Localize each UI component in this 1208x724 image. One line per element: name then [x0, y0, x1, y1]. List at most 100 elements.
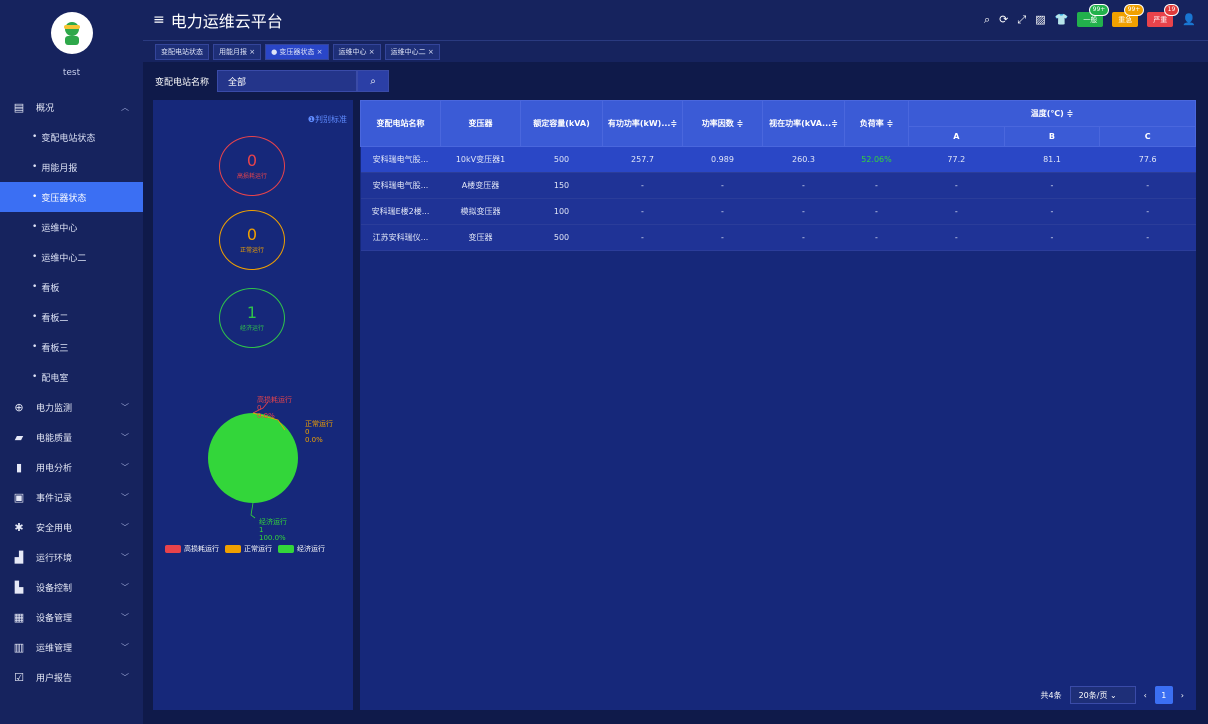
menu-safety[interactable]: ✱ 安全用电 ﹀ — [0, 512, 143, 542]
pie-label-economic: 经济运行 1 100.0% — [259, 518, 287, 542]
legend-label: 经济运行 — [297, 545, 325, 553]
table-cell: 安科瑞E楼2楼... — [360, 198, 441, 225]
legend-label: 高损耗运行 — [184, 545, 219, 553]
table-cell: 500 — [520, 224, 603, 251]
menu-om-management[interactable]: ▥ 运维管理 ﹀ — [0, 632, 143, 662]
table-cell: - — [908, 224, 1005, 251]
header-temperature[interactable]: 温度(℃) ≑ — [908, 100, 1196, 127]
image-icon[interactable]: ▨ — [1035, 13, 1045, 26]
chevron-down-icon: ﹀ — [121, 492, 129, 502]
header-temp-a: A — [908, 126, 1005, 147]
header-transformer[interactable]: 变压器 — [440, 100, 521, 147]
tab-monthly-report[interactable]: 用能月报 × — [213, 43, 262, 60]
header-temp-c: C — [1099, 126, 1196, 147]
alarm-general-button[interactable]: 一般 99+ — [1077, 4, 1110, 27]
tab-om-center[interactable]: 运维中心 × — [332, 43, 381, 60]
sub-item-board-2[interactable]: 看板二 — [0, 302, 143, 332]
table-cell: - — [682, 224, 763, 251]
avatar[interactable] — [50, 12, 93, 54]
alarm-severe-button[interactable]: 严重 19 — [1147, 4, 1180, 27]
menu-toggle-icon[interactable]: ≡ — [153, 12, 165, 28]
legend-label: 正常运行 — [244, 545, 272, 553]
criteria-link[interactable]: ❶判别标准 — [308, 114, 347, 125]
shirt-icon[interactable]: 👕 — [1055, 13, 1069, 26]
ring-label: 正常运行 — [239, 246, 264, 254]
legend-high-loss[interactable]: 高损耗运行 — [165, 544, 219, 554]
table-cell: 500 — [520, 146, 603, 173]
badge-count: 19 — [1163, 4, 1180, 16]
legend-normal[interactable]: 正常运行 — [225, 544, 272, 554]
header-load-rate[interactable]: 负荷率 ≑ — [844, 100, 909, 147]
sub-item-om-center-2[interactable]: 运维中心二 — [0, 242, 143, 272]
sub-item-station-status[interactable]: 变配电站状态 — [0, 122, 143, 152]
table-cell: - — [844, 224, 909, 251]
sub-item-transformer-status[interactable]: 变压器状态 — [0, 182, 143, 212]
table-cell: - — [844, 198, 909, 225]
tab-station-status[interactable]: 变配电站状态 — [155, 43, 209, 60]
user-icon[interactable]: 👤 — [1182, 13, 1196, 26]
sub-item-monthly-report[interactable]: 用能月报 — [0, 152, 143, 182]
app-title: 电力运维云平台 — [170, 12, 283, 31]
table-row[interactable]: 安科瑞E楼2楼... 模拟变压器 100- - - - - - - — [360, 198, 1196, 225]
table-cell: 257.7 — [602, 146, 683, 173]
menu-power-quality[interactable]: ▰ 电能质量 ﹀ — [0, 422, 143, 452]
chevron-down-icon: ﹀ — [121, 402, 129, 412]
sub-item-board-3[interactable]: 看板三 — [0, 332, 143, 362]
sub-item-om-center[interactable]: 运维中心 — [0, 212, 143, 242]
prev-page-button[interactable]: ‹ — [1144, 691, 1147, 700]
search-icon[interactable]: ⌕ — [984, 13, 990, 27]
search-button[interactable]: ⌕ — [357, 70, 390, 92]
table-cell: 模拟变压器 — [440, 198, 521, 225]
grid-icon: ▥ — [13, 640, 25, 654]
menu-label: 用电分析 — [36, 463, 73, 474]
fullscreen-icon[interactable]: ⤢ — [1017, 13, 1026, 27]
status-pie-chart — [208, 401, 298, 519]
menu-environment[interactable]: ▟ 运行环境 ﹀ — [0, 542, 143, 572]
tab-om-center-2[interactable]: 运维中心二 × — [384, 43, 440, 60]
username: test — [62, 68, 81, 78]
economic-ring: 1 经济运行 — [219, 288, 285, 348]
header-active-power[interactable]: 有功功率(kW)...≑ — [602, 100, 683, 147]
page-1-button[interactable]: 1 — [1154, 686, 1173, 704]
refresh-icon[interactable]: ⟳ — [999, 13, 1008, 26]
table-cell: A楼变压器 — [440, 172, 521, 199]
header-power-factor[interactable]: 功率因数 ≑ — [682, 100, 763, 147]
table-row[interactable]: 安科瑞电气股... 10kV变压器1 500 257.7 0.989 260.3 52.06… — [360, 146, 1196, 173]
table-row[interactable]: 安科瑞电气股... A楼变压器 150- - - - - - - — [360, 172, 1196, 199]
status-panel: ❶判别标准 0 高损耗运行 0 正常运行 1 经济运行 高损耗运行 0 0.0% 正常… — [153, 100, 353, 710]
sub-item-distribution-room[interactable]: 配电室 — [0, 362, 143, 392]
menu-label: 用户报告 — [36, 673, 73, 684]
table-cell: - — [1099, 224, 1196, 251]
menu-overview[interactable]: ▤ 概况 ︿ — [0, 92, 143, 122]
legend-economic[interactable]: 经济运行 — [278, 544, 325, 554]
table-cell: - — [682, 198, 763, 225]
sub-item-board[interactable]: 看板 — [0, 272, 143, 302]
pie-label-high-loss: 高损耗运行 0 0.0% — [257, 396, 292, 420]
table-cell: - — [1099, 172, 1196, 199]
table-cell: 260.3 — [762, 146, 845, 173]
menu-event-log[interactable]: ▣ 事件记录 ﹀ — [0, 482, 143, 512]
table-cell: 77.2 — [908, 146, 1005, 173]
table-row[interactable]: 江苏安科瑞仪... 变压器 500- - - - - - - — [360, 224, 1196, 251]
alarm-urgent-button[interactable]: 重急 99+ — [1112, 4, 1145, 27]
tab-transformer-status[interactable]: ● 变压器状态 × — [265, 43, 329, 60]
menu-user-report[interactable]: ☑ 用户报告 ﹀ — [0, 662, 143, 692]
table-cell: - — [762, 172, 845, 199]
menu-device-management[interactable]: ▦ 设备管理 ﹀ — [0, 602, 143, 632]
header-capacity[interactable]: 额定容量(kVA) — [520, 100, 603, 147]
header-station[interactable]: 变配电站名称 — [360, 100, 441, 147]
table-cell: 52.06% — [844, 146, 909, 173]
page-size-select[interactable]: 20条/页 ⌄ — [1069, 686, 1136, 704]
menu-usage-analysis[interactable]: ▮ 用电分析 ﹀ — [0, 452, 143, 482]
table-cell: 江苏安科瑞仪... — [360, 224, 441, 251]
menu-device-control[interactable]: ▙ 设备控制 ﹀ — [0, 572, 143, 602]
next-page-button[interactable]: › — [1181, 691, 1184, 700]
menu-power-monitoring[interactable]: ⊕ 电力监测 ﹀ — [0, 392, 143, 422]
control-icon: ▙ — [14, 580, 24, 594]
station-select[interactable]: 全部 — [217, 70, 358, 92]
sidebar: test ▤ 概况 ︿ 变配电站状态 用能月报 变压器状态 运维中心 运维中心二 看… — [0, 0, 143, 724]
toolbar: ⌕ ⟳ ⤢ ▨ 👕 一般 99+ 重急 99+ 严重 19 👤 — [984, 4, 1196, 27]
normal-ring: 0 正常运行 — [219, 210, 285, 270]
header-apparent-power[interactable]: 视在功率(kVA...≑ — [762, 100, 845, 147]
transformer-table: 变配电站名称 变压器 额定容量(kVA) 有功功率(kW)...≑ 功率因数 ≑… — [360, 100, 1196, 251]
